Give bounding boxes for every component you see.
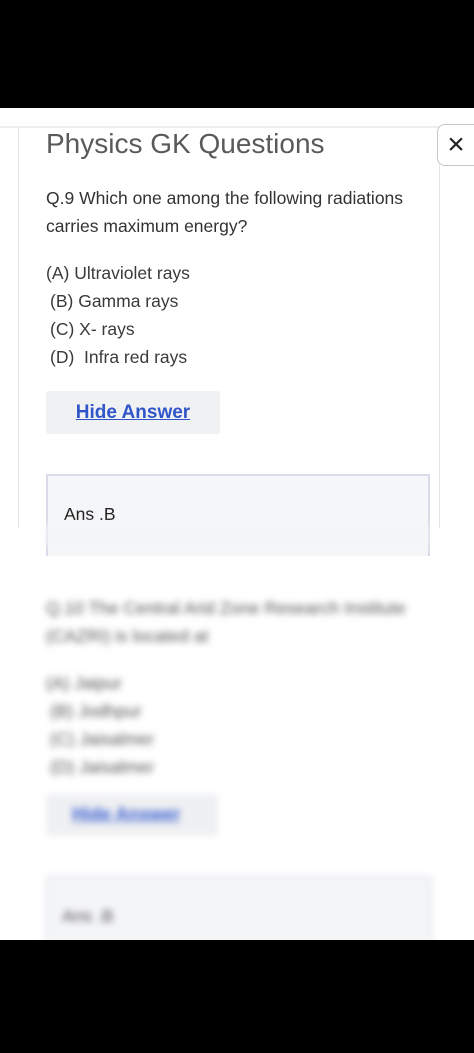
close-button[interactable]: × [437, 124, 474, 166]
option-text: Ultraviolet rays [74, 263, 190, 283]
option-b: (B) Gamma rays [46, 287, 190, 315]
option-a: (A) Ultraviolet rays [46, 259, 190, 287]
next-hide-answer-link[interactable]: Hide Answer [72, 804, 180, 825]
question-body: Which one among the following radiations… [46, 188, 404, 236]
next-option-d: (D) Jaisalmer [50, 757, 155, 777]
option-letter: (D) [50, 347, 75, 367]
page-title: Physics GK Questions [46, 128, 325, 159]
option-letter: (A) [46, 263, 70, 283]
option-letter: (C) [50, 319, 75, 339]
next-option-a: (A) Jaipur [46, 673, 122, 693]
options-list: (A) Ultraviolet rays (B) Gamma rays (C) … [46, 259, 190, 371]
next-answer-text: Ans .B [62, 906, 114, 926]
option-c: (C) X- rays [46, 315, 190, 343]
answer-text: Ans .B [64, 504, 116, 524]
option-letter: (B) [50, 291, 74, 311]
answer-box-bottom [46, 524, 428, 546]
hide-answer-button[interactable]: Hide Answer [46, 391, 220, 434]
next-option-b: (B) Jodhpur [50, 701, 142, 721]
option-text: Gamma rays [78, 291, 179, 311]
close-icon: × [447, 128, 465, 161]
question-text: Q.9 Which one among the following radiat… [46, 184, 431, 240]
option-text: Infra red rays [84, 347, 188, 367]
option-text: X- rays [79, 319, 135, 339]
page: Physics GK Questions × Q.9 Which one amo… [0, 108, 474, 940]
hide-answer-link[interactable]: Hide Answer [76, 402, 190, 424]
next-question-line1: Q.10 The Central Arid Zone Research Inst… [46, 598, 406, 618]
question-number: Q.9 [46, 188, 75, 208]
blurred-next-question: Q.10 The Central Arid Zone Research Inst… [0, 524, 474, 940]
next-option-c: (C) Jaisalmer [50, 729, 155, 749]
option-d: (D) Infra red rays [46, 343, 190, 371]
next-question-line2: (CAZRI) is located at [46, 626, 209, 646]
